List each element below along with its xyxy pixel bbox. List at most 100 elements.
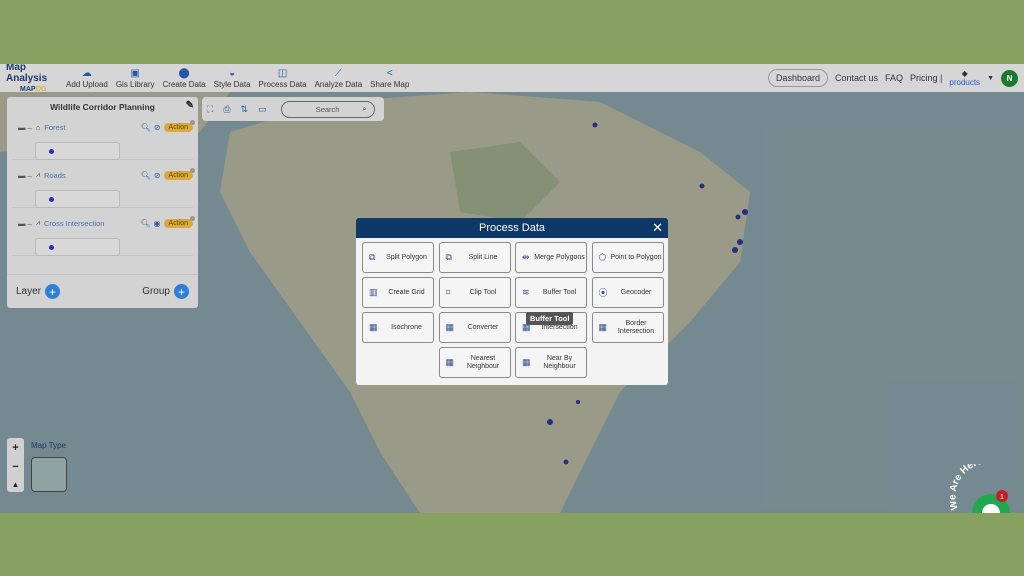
- tool-label: Point to Polygon: [610, 253, 662, 261]
- fullscreen-icon[interactable]: ⛶: [207, 104, 213, 115]
- print-icon[interactable]: ⎙: [223, 104, 230, 115]
- modal-title: Process Data: [478, 222, 546, 234]
- search-input[interactable]: Search ⌕: [280, 100, 375, 118]
- measure-icon[interactable]: ⇅: [241, 104, 249, 115]
- nav-add-upload[interactable]: ☁ Add Upload: [62, 68, 112, 89]
- tool-icon: ▦: [369, 322, 378, 332]
- app: Map Analysis MAPOG ☁ Add Upload ▣ Gis Libr…: [0, 64, 1024, 513]
- add-layer-button[interactable]: +: [45, 284, 61, 299]
- zoom-out-button[interactable]: −: [12, 461, 18, 473]
- chat-widget[interactable]: We Are Here! 1: [950, 464, 1024, 513]
- line-icon: ⩘: [35, 170, 40, 179]
- avatar[interactable]: N: [1001, 69, 1018, 87]
- tool-icon: ▦: [445, 322, 455, 332]
- layer-name[interactable]: Cross Intersection: [44, 219, 104, 228]
- tool-label: Clip Tool: [469, 288, 497, 296]
- products-menu[interactable]: ◆ products: [949, 69, 980, 87]
- line-icon: ⩘: [35, 218, 40, 227]
- add-group-button[interactable]: +: [174, 284, 189, 299]
- close-icon[interactable]: ✕: [652, 220, 663, 236]
- action-button[interactable]: Action: [163, 215, 196, 228]
- action-button[interactable]: Action: [163, 167, 196, 180]
- caret-down-icon[interactable]: ▼: [987, 75, 994, 82]
- add-group: Group +: [142, 284, 189, 299]
- tool-label: Split Polygon: [386, 253, 427, 261]
- tool-split-line[interactable]: ⧉ Split Line: [438, 242, 511, 273]
- drag-handle-icon[interactable]: ▬ –: [18, 123, 32, 132]
- tool-clip-tool[interactable]: ⌗ Clip Tool: [438, 277, 511, 308]
- tool-label: Merge Polygons: [534, 253, 585, 261]
- layer-name[interactable]: Forest: [44, 123, 65, 132]
- nav-label: Create Data: [162, 79, 206, 89]
- nav-analyze-data[interactable]: ⟋ Analyze Data: [311, 68, 367, 89]
- add-layer: Layer +: [16, 284, 61, 299]
- group-label: Group: [142, 286, 170, 298]
- tool-label: Buffer Tool: [542, 288, 577, 296]
- tool-point-to-polygon[interactable]: ⬠ Point to Polygon: [591, 242, 664, 273]
- tool-icon: ▦: [598, 322, 608, 332]
- tool-label: Create Grid: [388, 288, 425, 296]
- dashboard-button[interactable]: Dashboard: [767, 69, 828, 87]
- nav-style-data[interactable]: ◒ Style Data: [210, 68, 255, 89]
- nav-process-data[interactable]: ◫ Process Data: [255, 68, 311, 89]
- tool-geocoder[interactable]: ⦿ Geocoder: [591, 277, 664, 308]
- action-button[interactable]: Action: [163, 119, 196, 132]
- map-type-thumbnail[interactable]: [31, 457, 67, 492]
- nav-label: Gis Library: [115, 79, 155, 89]
- polygon-icon: ⌂: [35, 122, 41, 132]
- tool-converter[interactable]: ▦ Converter: [438, 312, 511, 343]
- analyze-icon: ⟋: [334, 67, 342, 79]
- library-icon: ▣: [130, 67, 140, 79]
- process-icon: ◫: [277, 67, 288, 79]
- layer-style-swatch[interactable]: [35, 190, 120, 208]
- eye-off-icon[interactable]: ⊘: [154, 123, 161, 132]
- tool-label: Nearest Neighbour: [466, 354, 500, 370]
- split-icon: ⧉: [445, 252, 452, 262]
- faq-link[interactable]: FAQ: [885, 73, 903, 83]
- zoom-to-layer-icon[interactable]: 🔍︎: [141, 123, 151, 132]
- drag-handle-icon[interactable]: ▬ –: [18, 171, 32, 180]
- tool-label: Border Intersection: [617, 319, 655, 335]
- process-data-modal: Process Data ✕ ⧉ Split Polygon ⧉ Split Line ⇹…: [356, 218, 668, 385]
- layer-style-swatch[interactable]: [35, 142, 120, 160]
- nav-gis-library[interactable]: ▣ Gis Library: [112, 68, 159, 89]
- crop-icon: ⌗: [445, 287, 451, 297]
- map-pin-icon: ⬤: [178, 67, 190, 79]
- tool-isochrone[interactable]: ▦ Isochrone: [362, 312, 434, 343]
- compass-icon[interactable]: ▲: [12, 480, 20, 489]
- search-icon[interactable]: ⌕: [362, 104, 366, 114]
- logo[interactable]: Map Analysis MAPOG: [0, 64, 62, 95]
- tool-split-polygon[interactable]: ⧉ Split Polygon: [362, 242, 434, 273]
- layer-name[interactable]: Roads: [44, 171, 66, 180]
- layer-item: ▬ – ⩘ Roads 🔍︎ ⊘ Action: [12, 160, 196, 208]
- zoom-in-button[interactable]: +: [12, 442, 18, 454]
- zoom-to-layer-icon[interactable]: 🔍︎: [141, 171, 151, 180]
- tool-nearest-neighbour[interactable]: ▦ Nearest Neighbour: [438, 347, 511, 378]
- layer-style-swatch[interactable]: [35, 238, 120, 256]
- tool-create-grid[interactable]: ▥ Create Grid: [362, 277, 434, 308]
- tool-label: Split Line: [468, 253, 498, 261]
- tool-merge-polygons[interactable]: ⇹ Merge Polygons: [515, 242, 587, 273]
- tool-buffer-tool[interactable]: ≋ Buffer Tool: [515, 277, 587, 308]
- logo-sub: MAP: [20, 85, 36, 93]
- contact-link[interactable]: Contact us: [835, 73, 878, 83]
- grid-icon: ▥: [369, 287, 378, 297]
- eye-icon[interactable]: ◉: [154, 219, 161, 228]
- nav-label: Share Map: [370, 79, 410, 89]
- layers-icon: ≋: [522, 287, 530, 297]
- merge-icon: ⇹: [522, 252, 530, 262]
- tool-near-by-neighbour[interactable]: ▦ Near By Neighbour: [515, 347, 587, 378]
- tool-border-intersection[interactable]: ▦ Border Intersection: [591, 312, 664, 343]
- map-toolbar: ⛶ ⎙ ⇅ ▭ Search ⌕: [202, 97, 384, 121]
- drag-handle-icon[interactable]: ▬ –: [18, 219, 32, 228]
- zoom-to-layer-icon[interactable]: 🔍︎: [140, 219, 150, 228]
- pricing-link[interactable]: Pricing |: [910, 73, 942, 83]
- comment-icon[interactable]: ▭: [258, 104, 267, 115]
- nav-create-data[interactable]: ⬤ Create Data: [159, 68, 210, 89]
- polygon-icon: ⬠: [598, 252, 607, 262]
- nav-share-map[interactable]: < Share Map: [366, 68, 413, 89]
- nav-label: Add Upload: [66, 79, 108, 89]
- top-navbar: Map Analysis MAPOG ☁ Add Upload ▣ Gis Libr…: [0, 64, 1024, 95]
- eye-off-icon[interactable]: ⊘: [154, 171, 161, 180]
- pencil-icon[interactable]: ✎: [186, 100, 194, 111]
